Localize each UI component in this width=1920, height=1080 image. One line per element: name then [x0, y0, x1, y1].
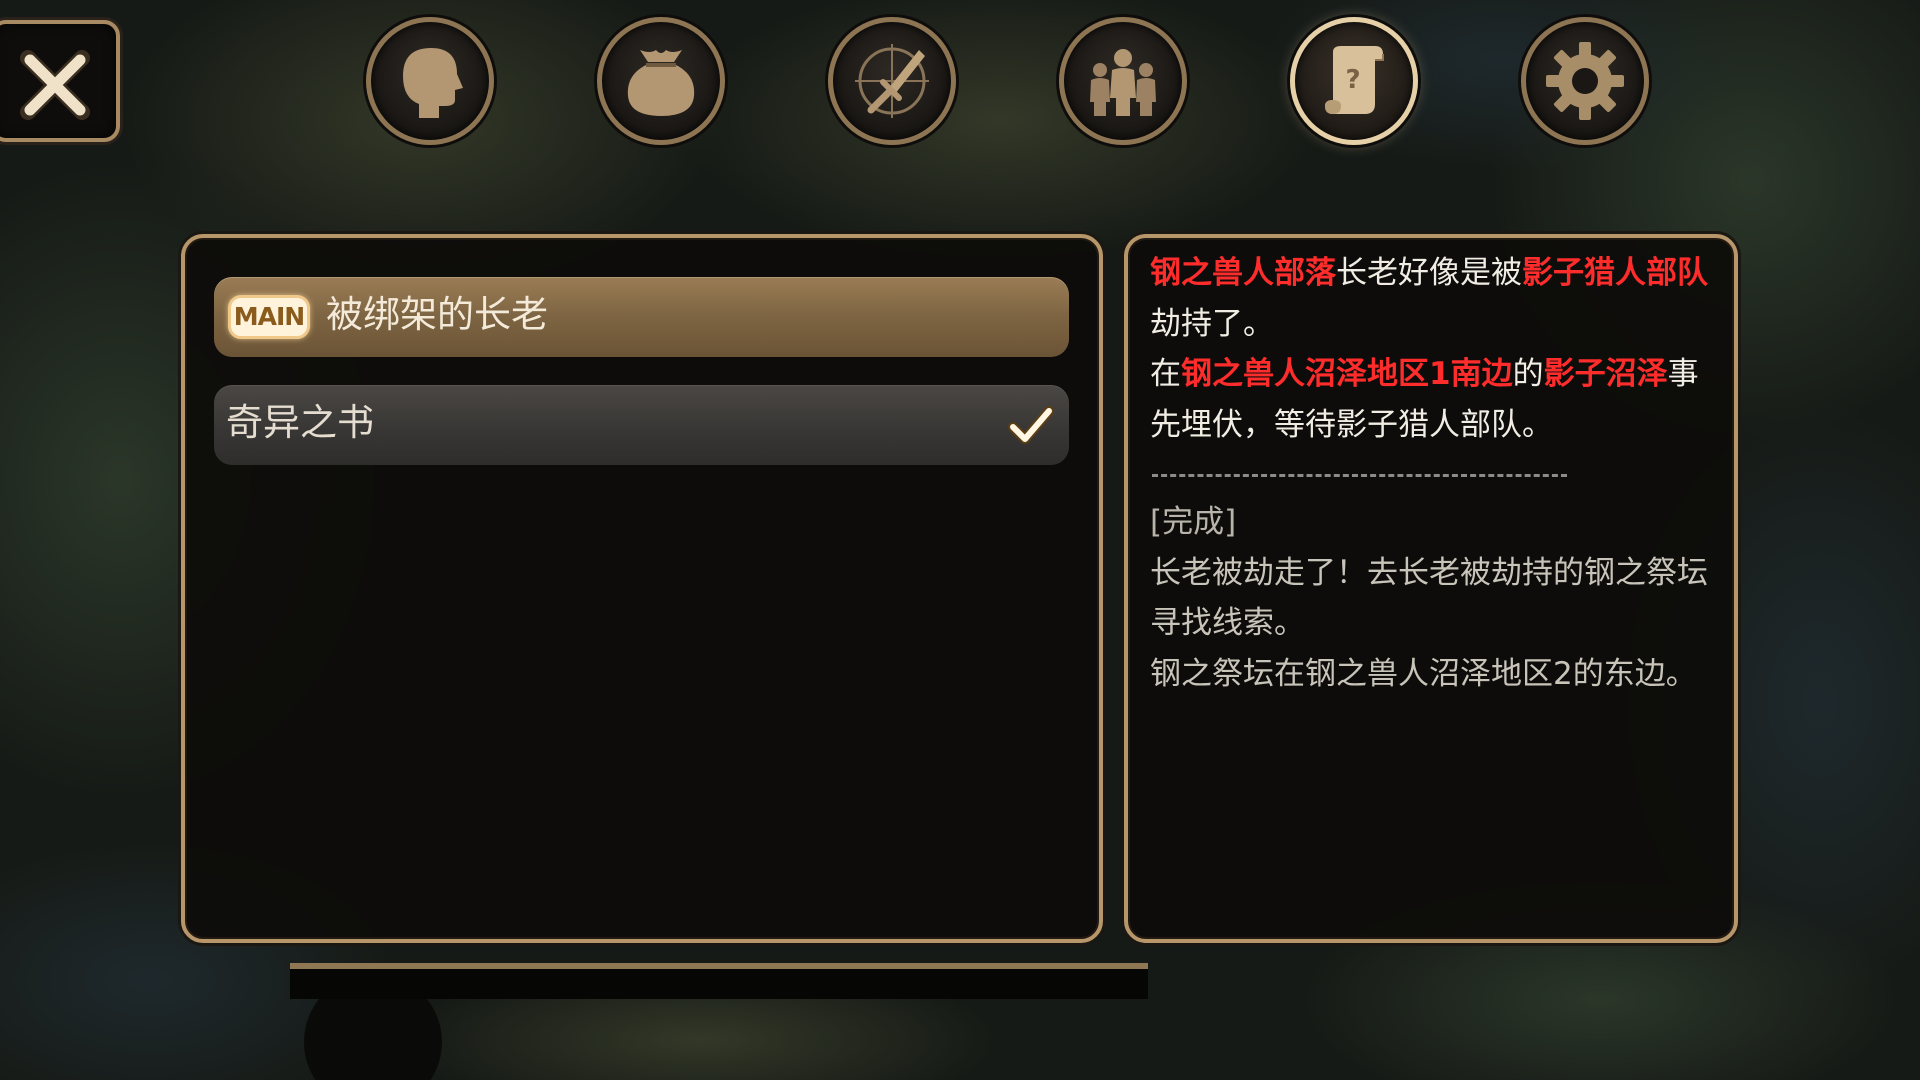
keyword-highlight: 钢之兽人部落 [1150, 255, 1336, 291]
tab-skills[interactable] [828, 17, 956, 145]
quest-description: 钢之兽人部落长老好像是被影子猎人部队劫持了。 在钢之兽人沼泽地区1南边的影子沼泽… [1150, 248, 1710, 699]
party-icon [1090, 49, 1156, 116]
description-text: 在 [1150, 356, 1181, 392]
quest-objective-text: 钢之兽人部落长老好像是被影子猎人部队劫持了。 [1150, 248, 1710, 349]
quest-title: 奇异之书 [226, 401, 374, 444]
completed-label: [完成] [1150, 504, 1237, 540]
close-button[interactable] [0, 20, 120, 142]
description-text: 劫持了。 [1150, 305, 1274, 342]
close-x-icon [20, 50, 90, 120]
bag-icon [627, 50, 695, 116]
description-text: 的 [1512, 356, 1544, 392]
gear-icon [1546, 42, 1624, 120]
tab-inventory[interactable] [597, 17, 725, 145]
keyword-highlight: 影子沼泽 [1543, 356, 1668, 392]
keyword-highlight: 钢之兽人沼泽地区1南边 [1181, 356, 1513, 392]
quest-title: 被绑架的长老 [326, 293, 548, 336]
tab-settings[interactable] [1521, 17, 1649, 145]
completed-step-text: 长老被劫走了！去长老被劫持的钢之祭坛寻找线索。 [1150, 554, 1708, 642]
section-divider [1152, 474, 1567, 477]
head-profile-icon [403, 48, 463, 118]
tab-character[interactable] [366, 17, 494, 145]
quest-item[interactable]: 奇异之书 [214, 385, 1069, 465]
quest-objective-text: 在钢之兽人沼泽地区1南边的影子沼泽事先埋伏，等待影子猎人部队。 [1150, 349, 1710, 450]
completed-step-text: 钢之祭坛在钢之兽人沼泽地区2的东边。 [1150, 655, 1697, 692]
checkmark-icon [1008, 406, 1054, 444]
tab-party[interactable] [1059, 17, 1187, 145]
main-quest-badge: MAIN [228, 295, 310, 339]
sword-compass-icon [855, 44, 929, 118]
tab-quests[interactable]: ? [1290, 17, 1418, 145]
quest-scroll-icon: ? [1325, 46, 1384, 114]
bottom-bar [290, 963, 1148, 999]
description-text: 长老好像是被 [1336, 255, 1522, 291]
svg-text:?: ? [1345, 65, 1360, 95]
keyword-highlight: 影子猎人部队 [1522, 255, 1708, 291]
quest-item-main[interactable]: MAIN 被绑架的长老 [214, 277, 1069, 357]
